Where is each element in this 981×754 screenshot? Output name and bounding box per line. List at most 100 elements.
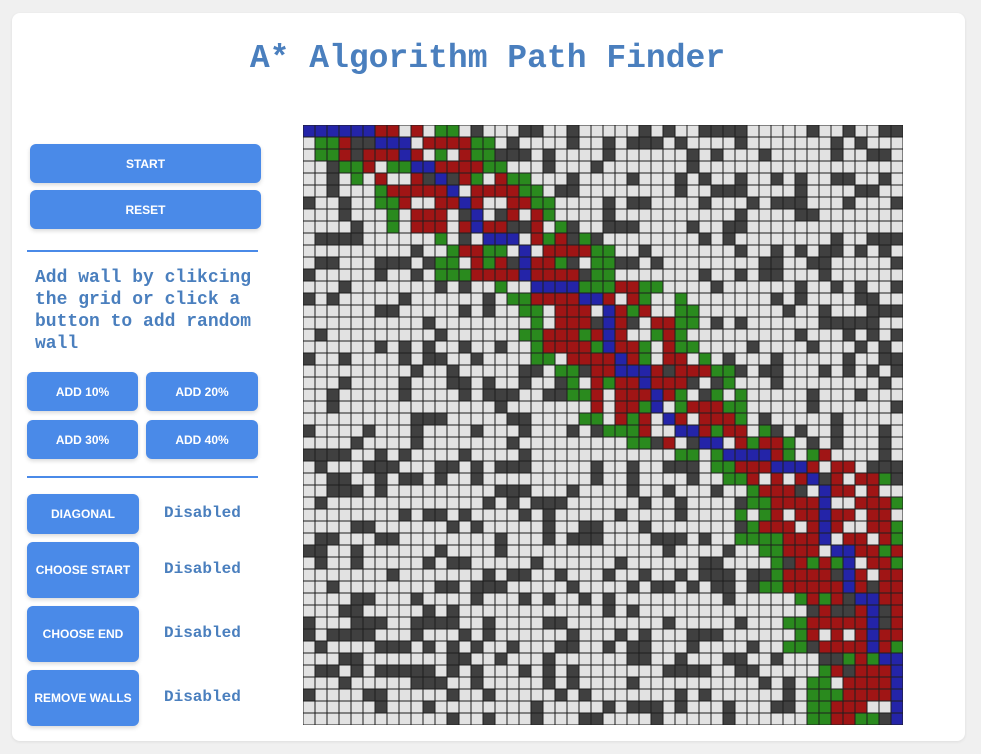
grid-cell-empty[interactable]: [687, 557, 699, 569]
grid-cell-empty[interactable]: [363, 665, 375, 677]
grid-cell-empty[interactable]: [315, 713, 327, 725]
grid-cell-empty[interactable]: [687, 413, 699, 425]
grid-cell-wall[interactable]: [519, 413, 531, 425]
grid-cell-empty[interactable]: [627, 449, 639, 461]
grid-cell-empty[interactable]: [807, 233, 819, 245]
grid-cell-wall[interactable]: [315, 665, 327, 677]
grid-cell-path[interactable]: [603, 305, 615, 317]
grid-cell-closed[interactable]: [831, 485, 843, 497]
grid-cell-open[interactable]: [759, 533, 771, 545]
grid-cell-empty[interactable]: [771, 629, 783, 641]
grid-cell-empty[interactable]: [615, 545, 627, 557]
grid-cell-wall[interactable]: [375, 305, 387, 317]
grid-cell-empty[interactable]: [375, 593, 387, 605]
grid-cell-open[interactable]: [783, 641, 795, 653]
grid-cell-open[interactable]: [687, 341, 699, 353]
grid-cell-wall[interactable]: [447, 641, 459, 653]
grid-cell-empty[interactable]: [483, 329, 495, 341]
grid-cell-wall[interactable]: [867, 317, 879, 329]
grid-cell-wall[interactable]: [699, 569, 711, 581]
grid-cell-empty[interactable]: [831, 197, 843, 209]
grid-cell-empty[interactable]: [771, 413, 783, 425]
grid-cell-wall[interactable]: [375, 533, 387, 545]
grid-cell-closed[interactable]: [807, 629, 819, 641]
grid-cell-wall[interactable]: [543, 161, 555, 173]
grid-cell-empty[interactable]: [507, 629, 519, 641]
grid-cell-empty[interactable]: [711, 269, 723, 281]
grid-cell-empty[interactable]: [723, 485, 735, 497]
grid-cell-empty[interactable]: [519, 605, 531, 617]
grid-cell-empty[interactable]: [315, 509, 327, 521]
grid-cell-empty[interactable]: [771, 125, 783, 137]
grid-cell-empty[interactable]: [879, 329, 891, 341]
grid-cell-empty[interactable]: [519, 557, 531, 569]
grid-cell-closed[interactable]: [591, 401, 603, 413]
grid-cell-open[interactable]: [735, 473, 747, 485]
grid-cell-wall[interactable]: [831, 149, 843, 161]
grid-cell-wall[interactable]: [567, 221, 579, 233]
grid-cell-closed[interactable]: [567, 305, 579, 317]
grid-cell-empty[interactable]: [351, 461, 363, 473]
grid-cell-empty[interactable]: [411, 653, 423, 665]
grid-cell-wall[interactable]: [879, 425, 891, 437]
grid-cell-wall[interactable]: [723, 713, 735, 725]
grid-cell-wall[interactable]: [663, 461, 675, 473]
grid-cell-empty[interactable]: [555, 461, 567, 473]
grid-cell-empty[interactable]: [759, 713, 771, 725]
grid-cell-wall[interactable]: [471, 461, 483, 473]
grid-cell-empty[interactable]: [303, 209, 315, 221]
grid-cell-empty[interactable]: [807, 665, 819, 677]
grid-cell-empty[interactable]: [759, 617, 771, 629]
grid-cell-empty[interactable]: [627, 125, 639, 137]
grid-cell-wall[interactable]: [555, 185, 567, 197]
grid-cell-empty[interactable]: [675, 641, 687, 653]
grid-cell-path[interactable]: [459, 197, 471, 209]
grid-cell-empty[interactable]: [411, 461, 423, 473]
grid-cell-empty[interactable]: [855, 209, 867, 221]
grid-cell-empty[interactable]: [543, 377, 555, 389]
grid-cell-empty[interactable]: [687, 137, 699, 149]
grid-cell-empty[interactable]: [327, 557, 339, 569]
grid-cell-closed[interactable]: [495, 269, 507, 281]
grid-cell-empty[interactable]: [339, 593, 351, 605]
grid-cell-empty[interactable]: [423, 437, 435, 449]
grid-cell-empty[interactable]: [471, 329, 483, 341]
grid-cell-empty[interactable]: [435, 521, 447, 533]
grid-cell-empty[interactable]: [867, 125, 879, 137]
grid-cell-open[interactable]: [603, 245, 615, 257]
grid-cell-wall[interactable]: [459, 629, 471, 641]
grid-cell-wall[interactable]: [471, 581, 483, 593]
grid-cell-wall[interactable]: [591, 425, 603, 437]
grid-cell-open[interactable]: [879, 473, 891, 485]
grid-cell-empty[interactable]: [531, 545, 543, 557]
grid-cell-open[interactable]: [795, 593, 807, 605]
grid-cell-wall[interactable]: [747, 341, 759, 353]
grid-cell-closed[interactable]: [783, 581, 795, 593]
grid-cell-closed[interactable]: [363, 161, 375, 173]
grid-cell-empty[interactable]: [891, 413, 903, 425]
grid-cell-wall[interactable]: [735, 521, 747, 533]
grid-cell-empty[interactable]: [591, 125, 603, 137]
grid-cell-empty[interactable]: [855, 233, 867, 245]
grid-cell-empty[interactable]: [411, 353, 423, 365]
grid-cell-empty[interactable]: [303, 341, 315, 353]
grid-cell-wall[interactable]: [315, 497, 327, 509]
grid-cell-wall[interactable]: [303, 629, 315, 641]
grid-cell-open[interactable]: [711, 389, 723, 401]
grid-cell-empty[interactable]: [747, 245, 759, 257]
grid-cell-wall[interactable]: [447, 461, 459, 473]
grid-cell-closed[interactable]: [579, 341, 591, 353]
grid-cell-empty[interactable]: [399, 437, 411, 449]
grid-cell-empty[interactable]: [327, 305, 339, 317]
grid-cell-empty[interactable]: [483, 197, 495, 209]
grid-cell-closed[interactable]: [423, 137, 435, 149]
grid-cell-empty[interactable]: [855, 413, 867, 425]
grid-cell-empty[interactable]: [819, 233, 831, 245]
grid-cell-closed[interactable]: [543, 269, 555, 281]
grid-cell-closed[interactable]: [843, 461, 855, 473]
grid-cell-closed[interactable]: [783, 497, 795, 509]
grid-cell-empty[interactable]: [495, 497, 507, 509]
grid-cell-wall[interactable]: [735, 221, 747, 233]
grid-cell-wall[interactable]: [699, 689, 711, 701]
grid-cell-empty[interactable]: [855, 521, 867, 533]
